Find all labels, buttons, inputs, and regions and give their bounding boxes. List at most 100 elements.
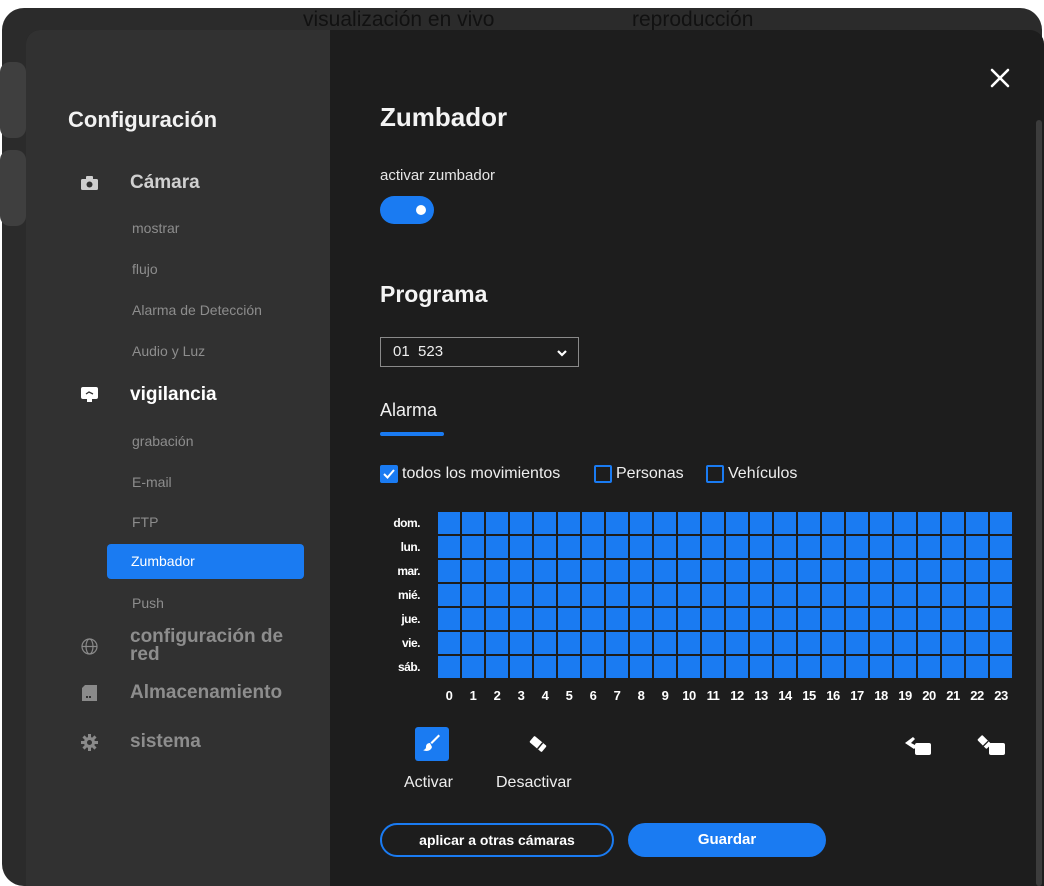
schedule-cell[interactable] [942, 608, 964, 630]
schedule-cell[interactable] [438, 608, 460, 630]
schedule-cell[interactable] [774, 536, 796, 558]
schedule-cell[interactable] [750, 608, 772, 630]
scrollbar[interactable] [1036, 120, 1042, 886]
sidebar-item-ftp[interactable]: FTP [132, 514, 158, 530]
schedule-cell[interactable] [990, 560, 1012, 582]
schedule-cell[interactable] [846, 512, 868, 534]
schedule-cell[interactable] [822, 536, 844, 558]
schedule-cell[interactable] [798, 560, 820, 582]
schedule-cell[interactable] [654, 536, 676, 558]
schedule-cell[interactable] [966, 608, 988, 630]
schedule-cell[interactable] [774, 632, 796, 654]
schedule-cell[interactable] [918, 608, 940, 630]
schedule-cell[interactable] [942, 656, 964, 678]
schedule-cell[interactable] [486, 560, 508, 582]
clear-all-icon[interactable] [976, 729, 1010, 763]
sidebar-section-camera[interactable]: Cámara [26, 173, 330, 192]
schedule-cell[interactable] [654, 584, 676, 606]
schedule-cell[interactable] [462, 560, 484, 582]
schedule-cell[interactable] [918, 560, 940, 582]
schedule-cell[interactable] [702, 632, 724, 654]
schedule-cell[interactable] [822, 560, 844, 582]
schedule-select[interactable]: 01 523 [380, 337, 579, 367]
schedule-cell[interactable] [822, 656, 844, 678]
schedule-cell[interactable] [534, 536, 556, 558]
schedule-cell[interactable] [462, 512, 484, 534]
schedule-cell[interactable] [774, 656, 796, 678]
schedule-cell[interactable] [534, 632, 556, 654]
schedule-cell[interactable] [774, 584, 796, 606]
enable-buzzer-toggle[interactable] [380, 196, 434, 224]
schedule-cell[interactable] [678, 608, 700, 630]
schedule-cell[interactable] [654, 608, 676, 630]
schedule-cell[interactable] [678, 656, 700, 678]
schedule-cell[interactable] [630, 656, 652, 678]
schedule-cell[interactable] [630, 608, 652, 630]
schedule-cell[interactable] [534, 512, 556, 534]
schedule-cell[interactable] [462, 632, 484, 654]
checkbox-persons[interactable]: Personas [594, 464, 684, 484]
schedule-cell[interactable] [846, 608, 868, 630]
schedule-cell[interactable] [534, 608, 556, 630]
schedule-cell[interactable] [582, 632, 604, 654]
schedule-cell[interactable] [510, 656, 532, 678]
schedule-cell[interactable] [606, 632, 628, 654]
schedule-cell[interactable] [606, 584, 628, 606]
checkbox-vehicles[interactable]: Vehículos [706, 464, 797, 484]
schedule-cell[interactable] [966, 536, 988, 558]
schedule-cell[interactable] [846, 656, 868, 678]
schedule-cell[interactable] [702, 584, 724, 606]
schedule-cell[interactable] [750, 512, 772, 534]
schedule-cell[interactable] [846, 560, 868, 582]
schedule-cell[interactable] [462, 608, 484, 630]
schedule-cell[interactable] [702, 656, 724, 678]
save-button[interactable]: Guardar [628, 823, 826, 857]
schedule-cell[interactable] [918, 632, 940, 654]
schedule-cell[interactable] [630, 512, 652, 534]
schedule-cell[interactable] [750, 632, 772, 654]
schedule-cell[interactable] [798, 512, 820, 534]
schedule-cell[interactable] [918, 656, 940, 678]
tab-live-view[interactable]: visualización en vivo [303, 8, 494, 32]
apply-to-other-cameras-button[interactable]: aplicar a otras cámaras [380, 823, 614, 857]
schedule-cell[interactable] [486, 584, 508, 606]
sidebar-section-surveillance[interactable]: vigilancia [26, 385, 330, 404]
schedule-cell[interactable] [990, 632, 1012, 654]
schedule-cell[interactable] [510, 608, 532, 630]
schedule-cell[interactable] [630, 632, 652, 654]
schedule-cell[interactable] [582, 512, 604, 534]
sidebar-section-system[interactable]: sistema [26, 732, 330, 751]
schedule-cell[interactable] [774, 560, 796, 582]
schedule-cell[interactable] [870, 632, 892, 654]
sidebar-item-stream[interactable]: flujo [132, 261, 158, 277]
schedule-cell[interactable] [822, 584, 844, 606]
tab-playback[interactable]: reproducción [632, 8, 753, 32]
schedule-cell[interactable] [798, 584, 820, 606]
schedule-cell[interactable] [630, 560, 652, 582]
schedule-cell[interactable] [870, 584, 892, 606]
schedule-cell[interactable] [990, 512, 1012, 534]
sidebar-section-network[interactable]: configuración de red [26, 627, 330, 664]
schedule-cell[interactable] [606, 608, 628, 630]
schedule-cell[interactable] [750, 560, 772, 582]
schedule-cell[interactable] [582, 608, 604, 630]
checkbox-all-motion[interactable]: todos los movimientos [380, 464, 560, 484]
schedule-cell[interactable] [678, 584, 700, 606]
schedule-cell[interactable] [630, 584, 652, 606]
sidebar-item-buzzer[interactable]: Zumbador [107, 544, 304, 579]
schedule-cell[interactable] [822, 512, 844, 534]
schedule-cell[interactable] [726, 608, 748, 630]
schedule-cell[interactable] [822, 632, 844, 654]
schedule-cell[interactable] [462, 656, 484, 678]
schedule-cell[interactable] [558, 512, 580, 534]
schedule-cell[interactable] [798, 536, 820, 558]
schedule-cell[interactable] [966, 560, 988, 582]
schedule-cell[interactable] [438, 536, 460, 558]
schedule-cell[interactable] [534, 560, 556, 582]
schedule-cell[interactable] [654, 560, 676, 582]
schedule-cell[interactable] [726, 656, 748, 678]
schedule-cell[interactable] [558, 536, 580, 558]
schedule-cell[interactable] [942, 632, 964, 654]
schedule-cell[interactable] [678, 560, 700, 582]
sidebar-item-push[interactable]: Push [132, 595, 164, 611]
